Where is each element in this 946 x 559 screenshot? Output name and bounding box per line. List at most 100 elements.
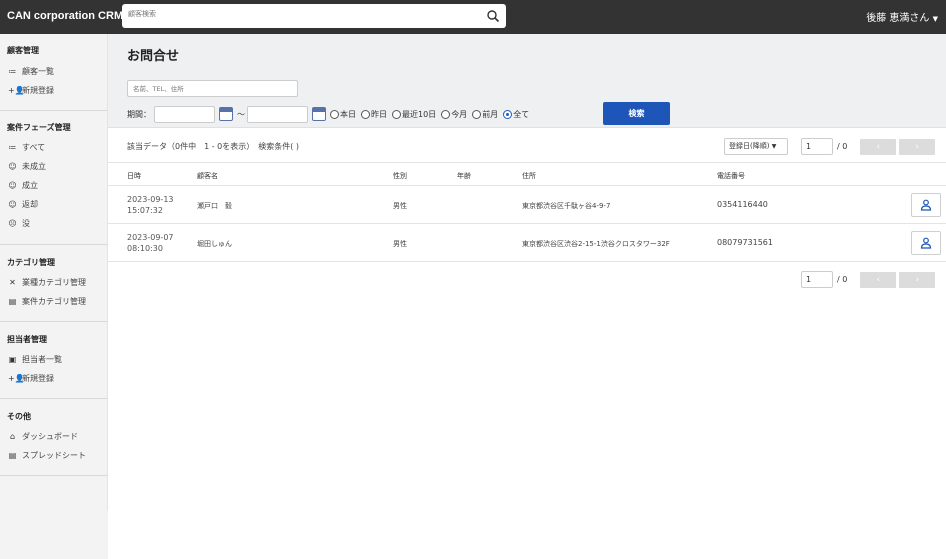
row-phone: 08079731561 — [717, 238, 773, 247]
radio-label: 今月 — [451, 109, 468, 119]
search-icon[interactable] — [486, 9, 500, 23]
row-phone: 0354116440 — [717, 200, 768, 209]
pager-bottom: 1 / 0 ‹ › — [801, 271, 938, 288]
smile-icon: ☺ — [8, 162, 17, 171]
page-total: / 0 — [837, 142, 848, 151]
row-address: 東京都渋谷区千駄ヶ谷4-9-7 — [522, 202, 611, 210]
table-row[interactable]: 2023-09-07 08:10:30 堀田しゅん 男性 東京都渋谷区渋谷2-1… — [108, 224, 946, 262]
row-time: 15:07:32 — [127, 206, 163, 215]
radio-button-checked[interactable] — [503, 109, 513, 119]
row-datetime: 2023-09-07 08:10:30 — [127, 232, 174, 254]
search-input[interactable] — [128, 10, 468, 18]
sidebar-item-label: すべて — [22, 143, 46, 152]
row-date: 2023-09-07 — [127, 233, 174, 242]
sidebar-item-new-customer[interactable]: +👤 新規登録 — [0, 81, 107, 100]
row-gender: 男性 — [393, 202, 407, 210]
sidebar-section-title: 担当者管理 — [7, 335, 47, 344]
customer-detail-button[interactable] — [911, 193, 941, 217]
radio-this-month[interactable]: 今月 — [441, 109, 467, 120]
sidebar-section-staff: 担当者管理 ▣ 担当者一覧 +👤 新規登録 — [0, 322, 107, 399]
pager-top: 1 / 0 ‹ › — [801, 138, 938, 155]
table-header: 日時 顧客名 性別 年齢 住所 電話番号 — [108, 162, 946, 186]
prev-page-button[interactable]: ‹ — [860, 271, 897, 288]
sidebar-item-new-staff[interactable]: +👤 新規登録 — [0, 369, 107, 388]
user-name: 後藤 恵満さん — [866, 13, 930, 24]
sidebar-item-label: 担当者一覧 — [22, 355, 62, 364]
page-number-input[interactable]: 1 — [801, 138, 833, 155]
main-content: お問合せ 期間： 〜 本日 昨日 最近10日 今月 前月 全て 検索 該当データ… — [108, 34, 946, 559]
calendar-icon[interactable] — [219, 107, 233, 121]
chevron-down-icon: ▼ — [771, 143, 777, 150]
page-header: お問合せ — [108, 34, 946, 72]
sidebar-item-label: ダッシュボード — [22, 432, 78, 441]
user-icon — [920, 199, 932, 211]
radio-last-month[interactable]: 前月 — [472, 109, 498, 120]
list-icon: ≔ — [8, 67, 17, 76]
customer-detail-button[interactable] — [911, 231, 941, 255]
id-card-icon: ▣ — [8, 355, 17, 364]
page-number-input[interactable]: 1 — [801, 271, 833, 288]
building-icon: ▤ — [8, 297, 17, 306]
radio-label: 昨日 — [371, 109, 387, 119]
list-icon: ≔ — [8, 143, 17, 152]
search-button[interactable]: 検索 — [603, 102, 670, 125]
sidebar-item-spreadsheet[interactable]: ▤ スプレッドシート — [0, 446, 107, 465]
page-total: / 0 — [837, 275, 848, 284]
column-header-age: 年齢 — [457, 172, 471, 180]
radio-button[interactable] — [330, 109, 339, 119]
row-name: 瀬戸口 毅 — [197, 202, 232, 210]
prev-page-button[interactable]: ‹ — [860, 138, 897, 155]
sidebar-item-label: 業種カテゴリ管理 — [22, 278, 86, 287]
sidebar-section-phase: 案件フェーズ管理 ≔ すべて ☺ 未成立 ☺ 成立 ☺ 返却 ☹ 没 — [0, 111, 107, 245]
sidebar-item-all[interactable]: ≔ すべて — [0, 138, 107, 157]
row-gender: 男性 — [393, 240, 407, 248]
end-date-input[interactable] — [247, 105, 308, 123]
radio-button[interactable] — [472, 109, 482, 119]
calendar-icon[interactable] — [312, 107, 326, 121]
keyword-input[interactable] — [127, 80, 298, 97]
table-row[interactable]: 2023-09-13 15:07:32 瀬戸口 毅 男性 東京都渋谷区千駄ヶ谷4… — [108, 186, 946, 224]
column-header-name: 顧客名 — [197, 172, 218, 180]
sidebar-item-label: スプレッドシート — [22, 451, 86, 460]
sidebar-item-project-category[interactable]: ▤ 案件カテゴリ管理 — [0, 292, 107, 311]
radio-label: 本日 — [340, 109, 356, 119]
user-icon — [920, 237, 932, 249]
sidebar-item-rejected[interactable]: ☹ 没 — [0, 214, 107, 233]
sort-select[interactable]: 登録日(降順) ▼ — [724, 138, 788, 155]
sidebar-item-dashboard[interactable]: ⌂ ダッシュボード — [0, 427, 107, 446]
sidebar-item-staff-list[interactable]: ▣ 担当者一覧 — [0, 350, 107, 369]
sidebar-section-customers: 顧客管理 ≔ 顧客一覧 +👤 新規登録 — [0, 34, 107, 111]
radio-today[interactable]: 本日 — [330, 109, 356, 120]
sidebar-section-title: 顧客管理 — [7, 46, 39, 55]
sidebar-section-title: カテゴリ管理 — [7, 258, 55, 267]
meh-icon: ☺ — [8, 200, 17, 209]
sidebar-item-customer-list[interactable]: ≔ 顧客一覧 — [0, 62, 107, 81]
user-menu[interactable]: 後藤 恵満さん ▼ — [866, 9, 938, 24]
radio-label: 前月 — [482, 109, 499, 119]
radio-all[interactable]: 全て — [503, 109, 529, 120]
radio-button[interactable] — [361, 109, 370, 119]
start-date-input[interactable] — [154, 105, 215, 123]
radio-button[interactable] — [441, 109, 451, 119]
sidebar-item-returned[interactable]: ☺ 返却 — [0, 195, 107, 214]
tilde-label: 〜 — [237, 109, 245, 119]
sidebar-item-label: 没 — [22, 219, 30, 228]
radio-yesterday[interactable]: 昨日 — [361, 109, 387, 120]
next-page-button[interactable]: › — [899, 138, 936, 155]
radio-label: 最近10日 — [402, 109, 437, 119]
row-address: 東京都渋谷区渋谷2-15-1渋谷クロスタワー32F — [522, 240, 670, 248]
period-row: 期間： 〜 本日 昨日 最近10日 今月 前月 全て — [127, 105, 534, 123]
app-title[interactable]: CAN corporation CRM — [7, 10, 123, 22]
radio-label: 全て — [513, 109, 530, 119]
search-box — [122, 4, 506, 28]
sidebar-item-pending[interactable]: ☺ 未成立 — [0, 157, 107, 176]
sidebar-item-closed[interactable]: ☺ 成立 — [0, 176, 107, 195]
sidebar-section-title: 案件フェーズ管理 — [7, 123, 71, 132]
sort-selected: 登録日(降順) — [729, 142, 770, 150]
column-header-phone: 電話番号 — [717, 172, 745, 180]
sidebar-item-industry-category[interactable]: ✕ 業種カテゴリ管理 — [0, 273, 107, 292]
inquiry-table: 日時 顧客名 性別 年齢 住所 電話番号 2023-09-13 15:07:32… — [108, 162, 946, 262]
next-page-button[interactable]: › — [899, 271, 936, 288]
radio-button[interactable] — [392, 109, 401, 119]
radio-last-10-days[interactable]: 最近10日 — [392, 109, 436, 120]
